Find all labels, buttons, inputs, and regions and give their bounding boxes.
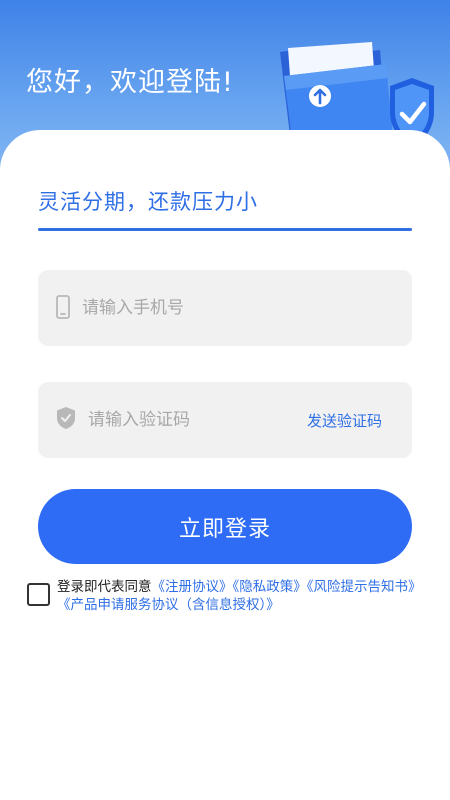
phone-field[interactable] [38, 270, 412, 346]
link-privacy-policy[interactable]: 《隐私政策》 [233, 579, 307, 595]
slogan-title: 灵活分期，还款压力小 [38, 190, 258, 214]
send-code-button[interactable]: 发送验证码 [307, 410, 382, 431]
agreement-checkbox[interactable] [27, 583, 50, 606]
agreement-prefix: 登录即代表同意 [57, 579, 152, 595]
shield-icon [57, 407, 75, 429]
link-registration-agreement[interactable]: 《注册协议》 [152, 579, 233, 595]
link-risk-notice[interactable]: 《风险提示告知书》 [307, 579, 422, 595]
login-button[interactable]: 立即登录 [38, 489, 412, 564]
link-product-service-agreement[interactable]: 《产品申请服务协议（含信息授权）》 [57, 597, 280, 613]
verification-code-field[interactable]: 发送验证码 [38, 382, 412, 458]
agreement-text: 登录即代表同意《注册协议》《隐私政策》《风险提示告知书》《产品申请服务协议（含信… [57, 578, 427, 614]
slogan-underline [38, 228, 412, 231]
phone-input[interactable] [82, 288, 292, 328]
greeting-title: 您好，欢迎登陆! [26, 67, 234, 98]
verification-code-input[interactable] [88, 400, 298, 440]
phone-icon [56, 295, 70, 319]
